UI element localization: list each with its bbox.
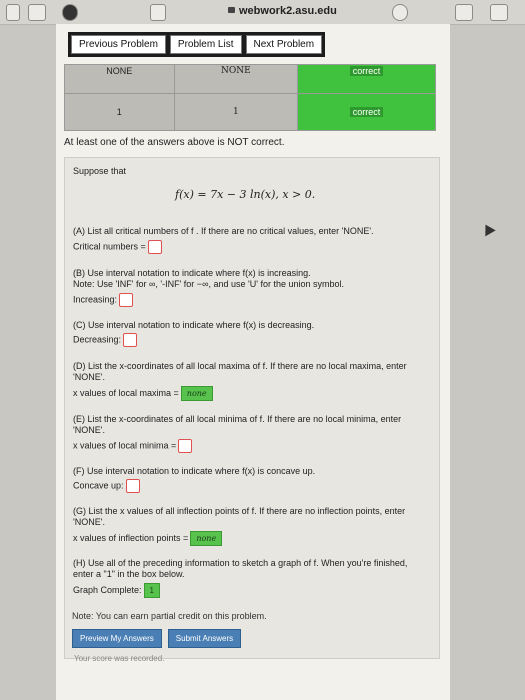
browser-toolbar: webwork2.asu.edu [0, 0, 525, 25]
local-maxima-input[interactable]: none [180, 386, 213, 401]
table-row: 1 1 correct [64, 93, 436, 131]
graph-complete-input[interactable]: 1 [143, 583, 160, 598]
extension-icon[interactable] [62, 4, 78, 21]
question-h: (H) Use all of the preceding information… [73, 558, 408, 568]
lock-icon [228, 7, 235, 14]
preview-cell: 1 [173, 93, 299, 131]
answer-e-label: x values of local minima = [73, 440, 177, 451]
answer-e-row: x values of local minima = [73, 439, 193, 453]
question-c: (C) Use interval notation to indicate wh… [73, 320, 315, 330]
answer-actions: Preview My Answers Submit Answers [72, 629, 242, 648]
answer-c-row: Decreasing: [73, 333, 138, 347]
answer-b-label: Increasing: [73, 294, 118, 305]
entered-cell: 1 [64, 93, 175, 131]
question-g: (G) List the x values of all inflection … [73, 506, 406, 516]
answer-c-label: Decreasing: [73, 334, 122, 345]
webwork-page: Previous Problem Problem List Next Probl… [56, 24, 450, 700]
preview-cell: NONE [173, 64, 299, 94]
tabs-icon[interactable] [490, 4, 508, 21]
question-f: (F) Use interval notation to indicate wh… [73, 466, 316, 476]
answer-h-label: Graph Complete: [73, 584, 142, 595]
table-row: NONE NONE correct [64, 64, 436, 94]
answer-g-row: x values of inflection points = none [73, 531, 223, 546]
inflection-points-input[interactable]: none [190, 531, 223, 546]
question-e-cont: 'NONE'. [73, 425, 105, 435]
problem-box: Suppose that f(x) = 7x − 3 ln(x), x > 0.… [64, 157, 440, 659]
status-badge: correct [297, 93, 436, 131]
note-b: Note: Use 'INF' for ∞, '-INF' for −∞, an… [73, 279, 344, 289]
local-minima-input[interactable] [178, 439, 193, 453]
sidebar-icon[interactable] [28, 4, 46, 21]
entered-cell: NONE [64, 64, 175, 94]
results-table: NONE NONE correct 1 1 correct [64, 64, 436, 131]
question-d-cont: 'NONE'. [73, 372, 105, 382]
not-correct-message: At least one of the answers above is NOT… [64, 137, 285, 148]
answer-h-row: Graph Complete: 1 [73, 583, 160, 598]
problem-formula: f(x) = 7x − 3 ln(x), x > 0. [175, 188, 316, 201]
concave-up-input[interactable] [125, 479, 140, 493]
next-problem-button[interactable]: Next Problem [245, 35, 323, 54]
question-g-cont: 'NONE'. [73, 517, 105, 527]
question-a: (A) List all critical numbers of f . If … [73, 226, 374, 236]
question-d: (D) List the x-coordinates of all local … [73, 361, 407, 371]
status-badge: correct [297, 64, 436, 94]
preview-answers-button[interactable]: Preview My Answers [72, 629, 162, 648]
reload-icon[interactable] [392, 4, 408, 21]
reader-icon[interactable] [150, 4, 166, 21]
score-recorded-text: Your score was recorded. [74, 654, 165, 663]
answer-d-row: x values of local maxima = none [73, 386, 213, 401]
share-icon[interactable] [455, 4, 473, 21]
question-h-cont: enter a "1" in the box below. [73, 569, 185, 579]
address-bar[interactable]: webwork2.asu.edu [228, 5, 337, 17]
partial-credit-note: Note: You can earn partial credit on thi… [72, 611, 267, 621]
question-e: (E) List the x-coordinates of all local … [73, 414, 402, 424]
answer-b-row: Increasing: [73, 293, 134, 307]
decreasing-input[interactable] [123, 333, 138, 347]
answer-f-label: Concave up: [73, 480, 124, 491]
answer-f-row: Concave up: [73, 479, 140, 493]
answer-a-row: Critical numbers = [73, 240, 162, 254]
critical-numbers-input[interactable] [147, 240, 162, 254]
submit-answers-button[interactable]: Submit Answers [167, 629, 242, 648]
increasing-input[interactable] [119, 293, 134, 307]
answer-a-label: Critical numbers = [73, 241, 146, 252]
answer-g-label: x values of inflection points = [73, 532, 189, 543]
problem-intro: Suppose that [73, 166, 127, 176]
answer-d-label: x values of local maxima = [73, 387, 179, 398]
back-button[interactable] [6, 4, 20, 21]
previous-problem-button[interactable]: Previous Problem [71, 35, 166, 54]
question-b: (B) Use interval notation to indicate wh… [73, 268, 311, 278]
problem-nav: Previous Problem Problem List Next Probl… [68, 32, 326, 57]
problem-list-button[interactable]: Problem List [169, 35, 242, 54]
mouse-cursor-icon [480, 221, 496, 237]
